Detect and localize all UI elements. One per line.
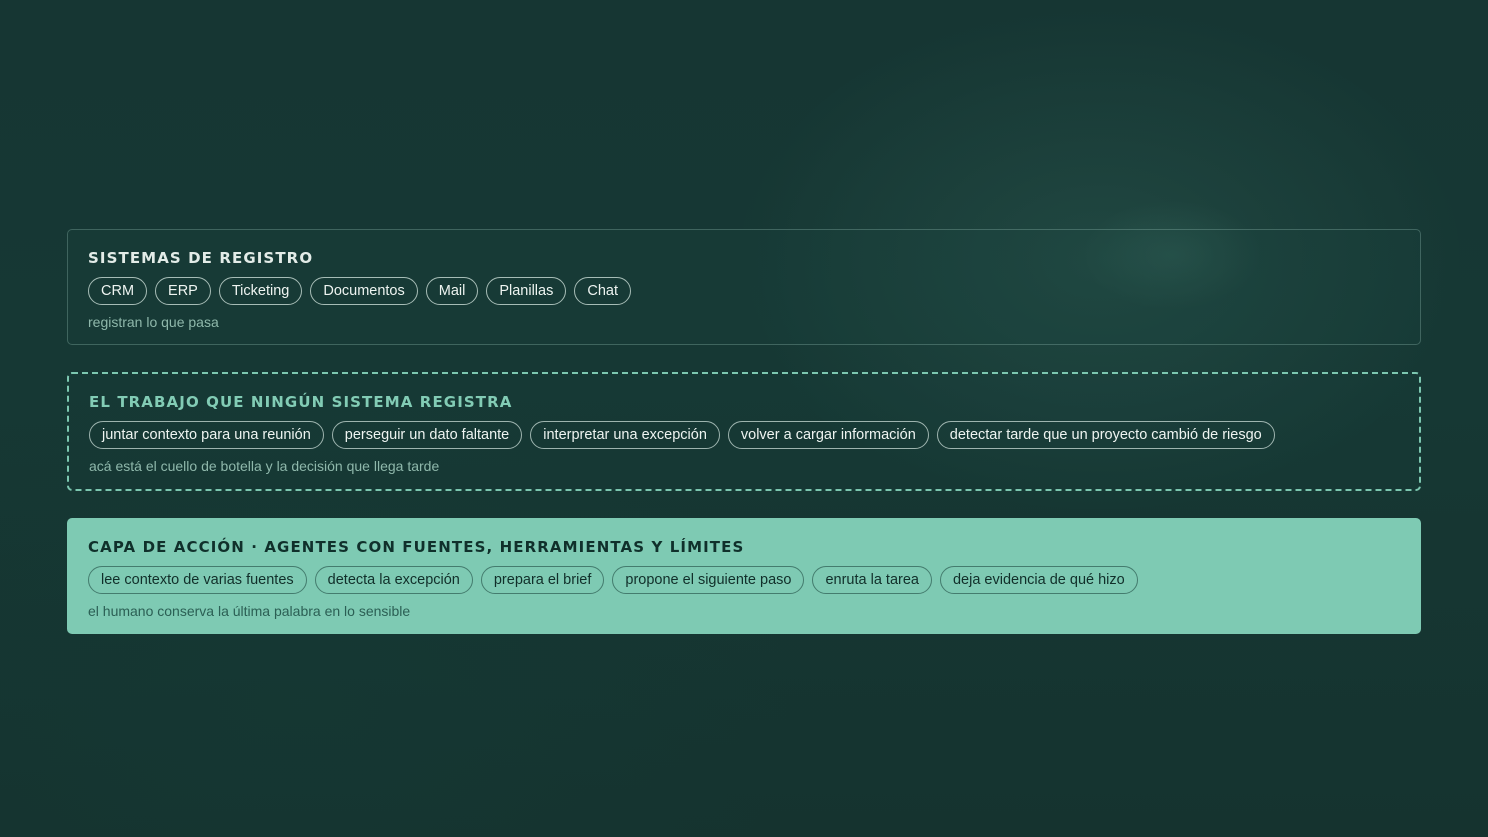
chip-propone-paso: propone el siguiente paso [612,566,805,594]
chip-volver-cargar: volver a cargar información [727,421,929,449]
chip-lee-contexto: lee contexto de varias fuentes [88,566,307,594]
unrecorded-work-layer: EL TRABAJO QUE NINGÚN SISTEMA REGISTRA j… [67,372,1421,491]
systems-of-record-title: SISTEMAS DE REGISTRO [88,249,314,267]
systems-of-record-chips: CRM ERP Ticketing Documentos Mail Planil… [88,277,1400,305]
action-layer-caption: el humano conserva la última palabra en … [88,603,411,619]
unrecorded-work-title: EL TRABAJO QUE NINGÚN SISTEMA REGISTRA [89,393,513,411]
chip-chat: Chat [574,277,631,305]
chip-detectar-riesgo: detectar tarde que un proyecto cambió de… [936,421,1275,449]
chip-prepara-brief: prepara el brief [480,566,605,594]
chip-mail: Mail [425,277,479,305]
chip-documentos: Documentos [310,277,418,305]
chip-deja-evidencia: deja evidencia de qué hizo [939,566,1138,594]
chip-detecta-excepcion: detecta la excepción [314,566,473,594]
systems-of-record-layer: SISTEMAS DE REGISTRO CRM ERP Ticketing D… [67,229,1421,345]
unrecorded-work-caption: acá está el cuello de botella y la decis… [89,458,440,474]
chip-juntar-contexto: juntar contexto para una reunión [89,421,324,449]
chip-crm: CRM [88,277,148,305]
chip-planillas: Planillas [486,277,567,305]
chip-enruta-tarea: enruta la tarea [812,566,932,594]
action-layer-chips: lee contexto de varias fuentes detecta l… [88,566,1400,594]
chip-perseguir-dato: perseguir un dato faltante [331,421,523,449]
chip-ticketing: Ticketing [218,277,303,305]
systems-of-record-caption: registran lo que pasa [88,314,219,330]
chip-interpretar-excepcion: interpretar una excepción [530,421,720,449]
chip-erp: ERP [155,277,211,305]
action-layer-title: CAPA DE ACCIÓN · AGENTES CON FUENTES, HE… [88,538,745,556]
unrecorded-work-chips: juntar contexto para una reunión persegu… [89,421,1399,449]
action-layer: CAPA DE ACCIÓN · AGENTES CON FUENTES, HE… [67,518,1421,634]
